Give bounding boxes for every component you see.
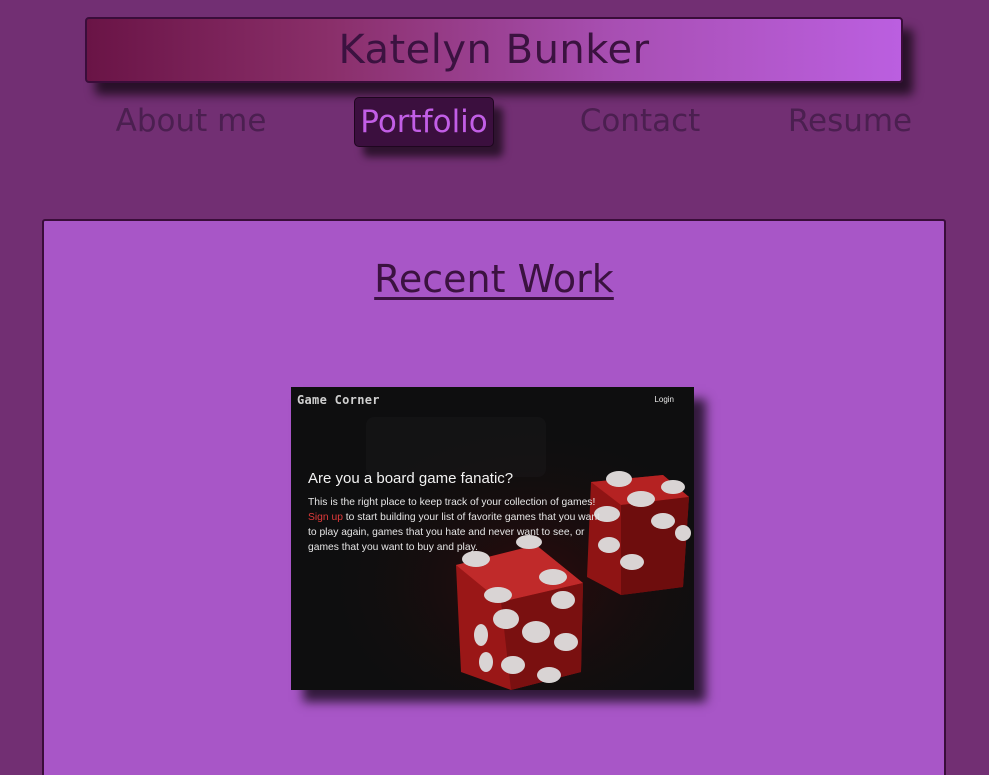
project-description-rest: to start building your list of favorite …: [308, 512, 600, 553]
nav-portfolio[interactable]: Portfolio: [354, 97, 494, 147]
project-logo: Game Corner: [297, 393, 380, 407]
section-heading: Recent Work: [374, 257, 614, 301]
project-description: This is the right place to keep track of…: [308, 495, 608, 555]
nav-resume[interactable]: Resume: [786, 97, 914, 145]
nav-contact[interactable]: Contact: [578, 97, 702, 145]
main-nav: About me Portfolio Contact Resume: [0, 97, 989, 147]
site-title: Katelyn Bunker: [338, 27, 650, 73]
project-description-intro: This is the right place to keep track of…: [308, 497, 596, 508]
project-screenshot[interactable]: Game Corner Login Are you a board game f…: [291, 387, 694, 690]
page: Katelyn Bunker About me Portfolio Contac…: [0, 0, 989, 775]
project-login-link: Login: [654, 395, 674, 404]
nav-about-me[interactable]: About me: [112, 97, 270, 145]
project-signup-link: Sign up: [308, 512, 343, 523]
site-header: Katelyn Bunker: [85, 17, 903, 83]
project-headline: Are you a board game fanatic?: [308, 470, 514, 487]
